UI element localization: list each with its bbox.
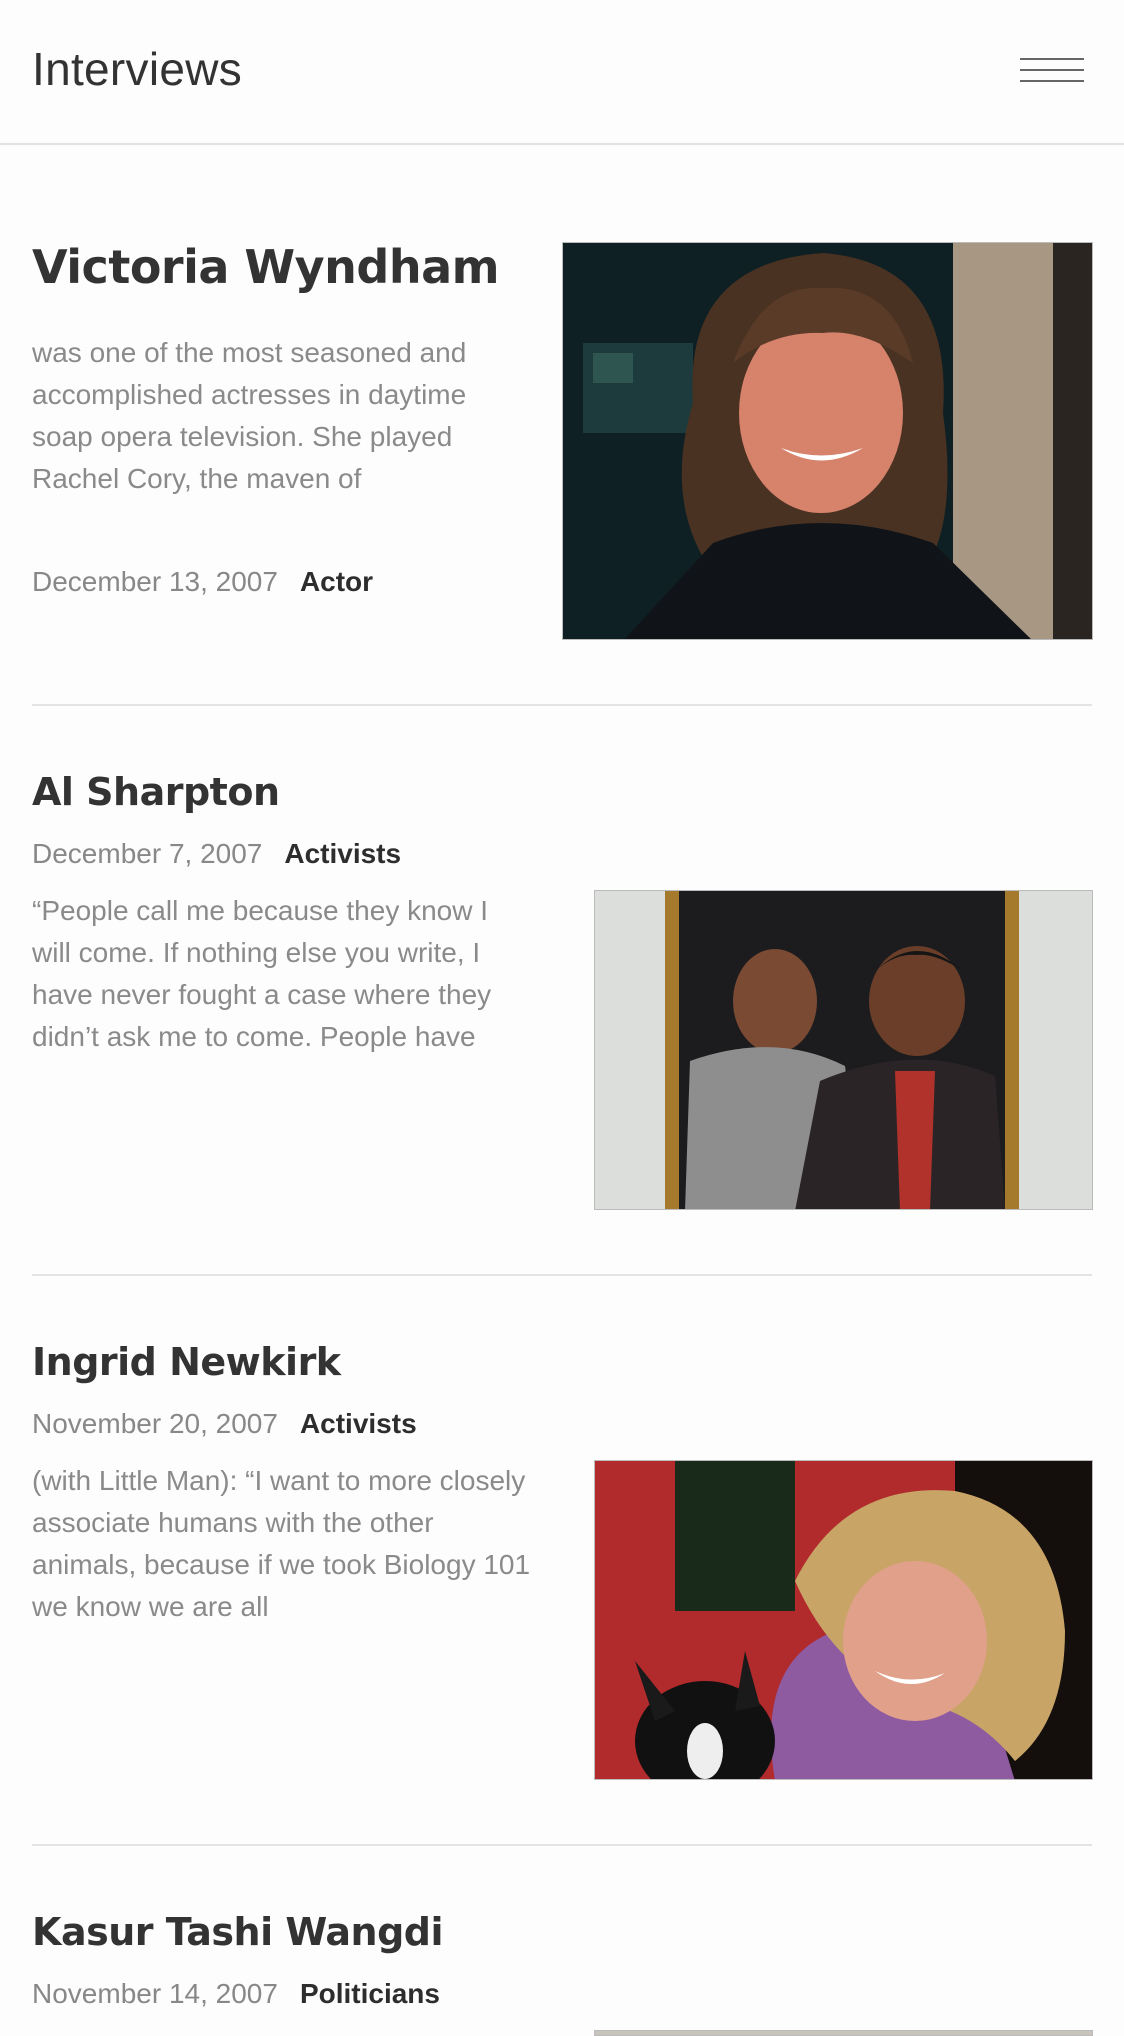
post-date: November 20, 2007 — [32, 1408, 278, 1439]
post-title[interactable]: Al Sharpton — [32, 770, 280, 814]
post-photo-al-sharpton[interactable] — [594, 890, 1093, 1210]
post-excerpt: (with Little Man): “I want to more close… — [32, 1465, 531, 1622]
post-excerpt: was one of the most seasoned and accompl… — [32, 337, 467, 494]
post-category-link[interactable]: Politicians — [300, 1978, 440, 2009]
post-photo-ingrid-newkirk[interactable] — [594, 1460, 1093, 1780]
post-title[interactable]: Victoria Wyndham — [32, 240, 500, 294]
post-title[interactable]: Ingrid Newkirk — [32, 1340, 341, 1384]
post-meta: November 14, 2007 Politicians — [32, 1978, 440, 2010]
post-meta: December 13, 2007 Actor — [32, 566, 373, 598]
post-date: December 7, 2007 — [32, 838, 263, 869]
post-meta: December 7, 2007 Activists — [32, 838, 401, 870]
framed-photo-two-men-image — [595, 891, 1092, 1209]
post-kasur-tashi-wangdi: Kasur Tashi Wangdi November 14, 2007 Poli… — [32, 1846, 1092, 2036]
post-category-link[interactable]: Actor — [300, 566, 373, 597]
portrait-woman-image — [563, 243, 1092, 639]
post-meta: November 20, 2007 Activists — [32, 1408, 417, 1440]
post-photo-victoria-wyndham[interactable] — [562, 242, 1093, 640]
post-title[interactable]: Kasur Tashi Wangdi — [32, 1910, 444, 1954]
post-date: November 14, 2007 — [32, 1978, 278, 2009]
post-excerpt: “People call me because they know I will… — [32, 895, 492, 1052]
portrait-woman-with-dog-image — [595, 1461, 1092, 1779]
post-category-link[interactable]: Activists — [300, 1408, 417, 1439]
post-category-link[interactable]: Activists — [284, 838, 401, 869]
post-date: December 13, 2007 — [32, 566, 278, 597]
post-photo-kasur-tashi-wangdi[interactable] — [594, 2030, 1093, 2036]
